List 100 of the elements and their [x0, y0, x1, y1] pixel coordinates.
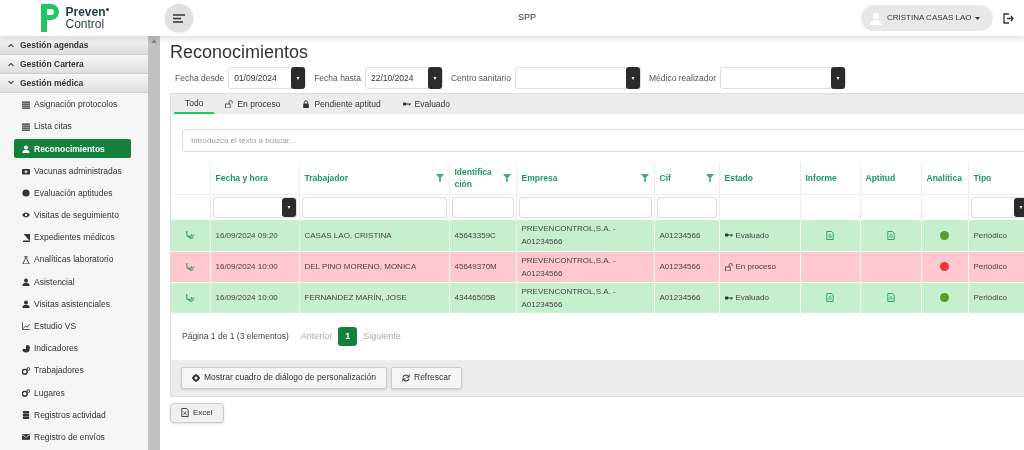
sidebar-item[interactable]: Expedientes médicos — [14, 228, 131, 248]
select-field[interactable] — [514, 67, 641, 89]
column-header[interactable]: Trabajador — [304, 171, 348, 184]
sidebar-item[interactable]: Lista citas — [14, 117, 131, 137]
table-row[interactable]: 16/09/2024 10:00 FERNANDEZ MARÍN, JOSE 43446505B PREVENCONTROL,S.A. - A01234566 A01234566 Evaluado Periódico — [171, 282, 1024, 313]
dropdown-button[interactable] — [281, 197, 296, 217]
sidebar-item[interactable]: Lugares — [14, 383, 131, 403]
sidebar-item[interactable]: Trabajadores — [14, 361, 131, 381]
sidebar-item[interactable]: Asistencial — [14, 272, 131, 292]
column-header[interactable]: Cif — [659, 171, 671, 184]
pdf-icon[interactable] — [826, 293, 834, 302]
caret-icon — [296, 76, 301, 80]
search-field[interactable]: Introduzca el texto a buscar... — [182, 129, 1024, 152]
table-row[interactable]: 16/09/2024 10:00 DEL PINO MORENO, MONICA 45649370M PREVENCONTROL,S.A. - A01234566 A01234566 En proceso Periódico — [171, 251, 1024, 282]
unlock-icon — [225, 100, 234, 108]
filter-field[interactable] — [656, 196, 717, 218]
filter-icon[interactable] — [502, 173, 511, 182]
column-header[interactable]: Fecha y hora — [215, 171, 268, 184]
table-cell: Periódico — [973, 262, 1007, 271]
date-field[interactable]: 01/09/2024 — [228, 67, 307, 89]
column-header[interactable]: Estado — [724, 171, 753, 184]
tab[interactable]: En proceso — [214, 94, 292, 114]
column-header[interactable]: Analítica — [926, 171, 962, 184]
sidebar-item[interactable]: Reconocimientos — [14, 139, 131, 159]
dropdown-button[interactable] — [625, 67, 640, 89]
refresh-icon — [402, 373, 410, 382]
table-cell: Periódico — [973, 293, 1007, 302]
list-icon — [22, 122, 30, 131]
column-header[interactable]: Empresa — [521, 171, 558, 184]
key-icon — [402, 100, 411, 108]
dropdown-button[interactable] — [1013, 197, 1024, 217]
column-header[interactable]: Aptitud — [865, 171, 896, 184]
caret-icon — [630, 76, 635, 80]
refresh-button[interactable]: Refrescar — [391, 366, 462, 389]
sidebar-item[interactable]: Vacunas administradas — [14, 161, 131, 181]
sidebar-item[interactable]: Registros actividad — [14, 405, 131, 425]
sidebar-item[interactable]: Visitas de seguimiento — [14, 205, 131, 225]
spreadsheet-icon — [181, 408, 189, 417]
scrollbar[interactable] — [148, 36, 160, 450]
menu-icon — [173, 13, 185, 23]
key-icon — [724, 231, 733, 240]
logo-text: Control — [65, 18, 106, 30]
filter-select[interactable] — [970, 196, 1024, 218]
sidebar-item[interactable]: Indicadores — [14, 339, 131, 359]
stethoscope-icon — [186, 231, 195, 240]
page-title: Reconocimientos — [170, 41, 310, 63]
dropdown-button[interactable] — [291, 67, 306, 89]
column-header[interactable]: Informe — [805, 171, 837, 184]
filter-field[interactable] — [451, 196, 514, 218]
customize-button[interactable]: Mostrar cuadro de diálogo de personalización — [181, 366, 387, 389]
filter-icon[interactable] — [435, 173, 444, 182]
tab[interactable]: Pendiente aptitud — [291, 94, 392, 114]
app-name: SPP — [518, 11, 536, 25]
filter-select[interactable] — [212, 196, 297, 218]
filter-field[interactable] — [518, 196, 652, 218]
sidebar-item[interactable]: Visitas asistenciales — [14, 294, 131, 314]
logo-icon — [39, 3, 62, 33]
menu-button[interactable] — [165, 4, 193, 32]
tab[interactable]: Evaluado — [391, 94, 462, 114]
table-cell: PREVENCONTROL,S.A. - A01234566 — [521, 255, 616, 278]
logout-icon[interactable] — [1003, 12, 1014, 24]
excel-button[interactable]: Excel — [170, 402, 224, 423]
column-header[interactable]: Tipo — [973, 171, 992, 184]
unlock-icon — [724, 262, 733, 271]
table-cell: PREVENCONTROL,S.A. - A01234566 — [521, 286, 616, 309]
user-icon — [22, 278, 30, 286]
pdf-icon[interactable] — [826, 230, 834, 240]
sidebar-item[interactable]: Asignación protocolos — [14, 95, 131, 114]
filter-label: Centro sanitario — [450, 71, 511, 85]
caret-icon — [286, 205, 291, 209]
caret-icon — [975, 16, 981, 20]
filter-label: Médico realizador — [648, 71, 717, 85]
chevron-up-icon — [7, 61, 15, 67]
sidebar-item[interactable]: Estudio VS — [14, 316, 131, 336]
table-cell: A01234566 — [659, 293, 701, 302]
sidebar-item[interactable]: Registro de envíos — [14, 427, 131, 447]
sidebar-item[interactable]: Analíticas laboratorio — [14, 250, 131, 270]
circle-icon — [22, 189, 30, 198]
dropdown-button[interactable] — [831, 67, 846, 89]
database-icon — [22, 411, 30, 420]
scroll-up-icon[interactable] — [151, 39, 157, 43]
caret-icon — [432, 76, 437, 80]
page-button[interactable]: 1 — [338, 327, 358, 346]
table-cell: 43446505B — [454, 293, 496, 302]
filter-icon[interactable] — [640, 173, 649, 182]
table-row[interactable]: 16/09/2024 09:20 CASAS LAO, CRISTINA 45643359C PREVENCONTROL,S.A. - A01234566 A01234566 Evaluado Periódico — [171, 220, 1024, 251]
filter-label: Fecha desde — [175, 71, 225, 85]
dropdown-button[interactable] — [427, 67, 442, 89]
select-field[interactable] — [720, 67, 847, 89]
table-cell: 16/09/2024 10:00 — [215, 293, 278, 302]
pdf-icon[interactable] — [886, 293, 895, 302]
sidebar-item[interactable]: Evaluación aptitudes — [14, 183, 131, 203]
filter-field[interactable] — [301, 196, 447, 218]
table-cell: A01234566 — [659, 262, 701, 271]
pdf-icon[interactable] — [886, 230, 895, 240]
tab[interactable]: Todo — [174, 94, 215, 114]
date-field[interactable]: 22/10/2024 — [364, 67, 443, 89]
user-menu[interactable]: CRISTINA CASAS LAO — [861, 5, 993, 31]
filter-icon[interactable] — [705, 173, 714, 182]
table-cell: FERNANDEZ MARÍN, JOSE — [304, 293, 407, 302]
